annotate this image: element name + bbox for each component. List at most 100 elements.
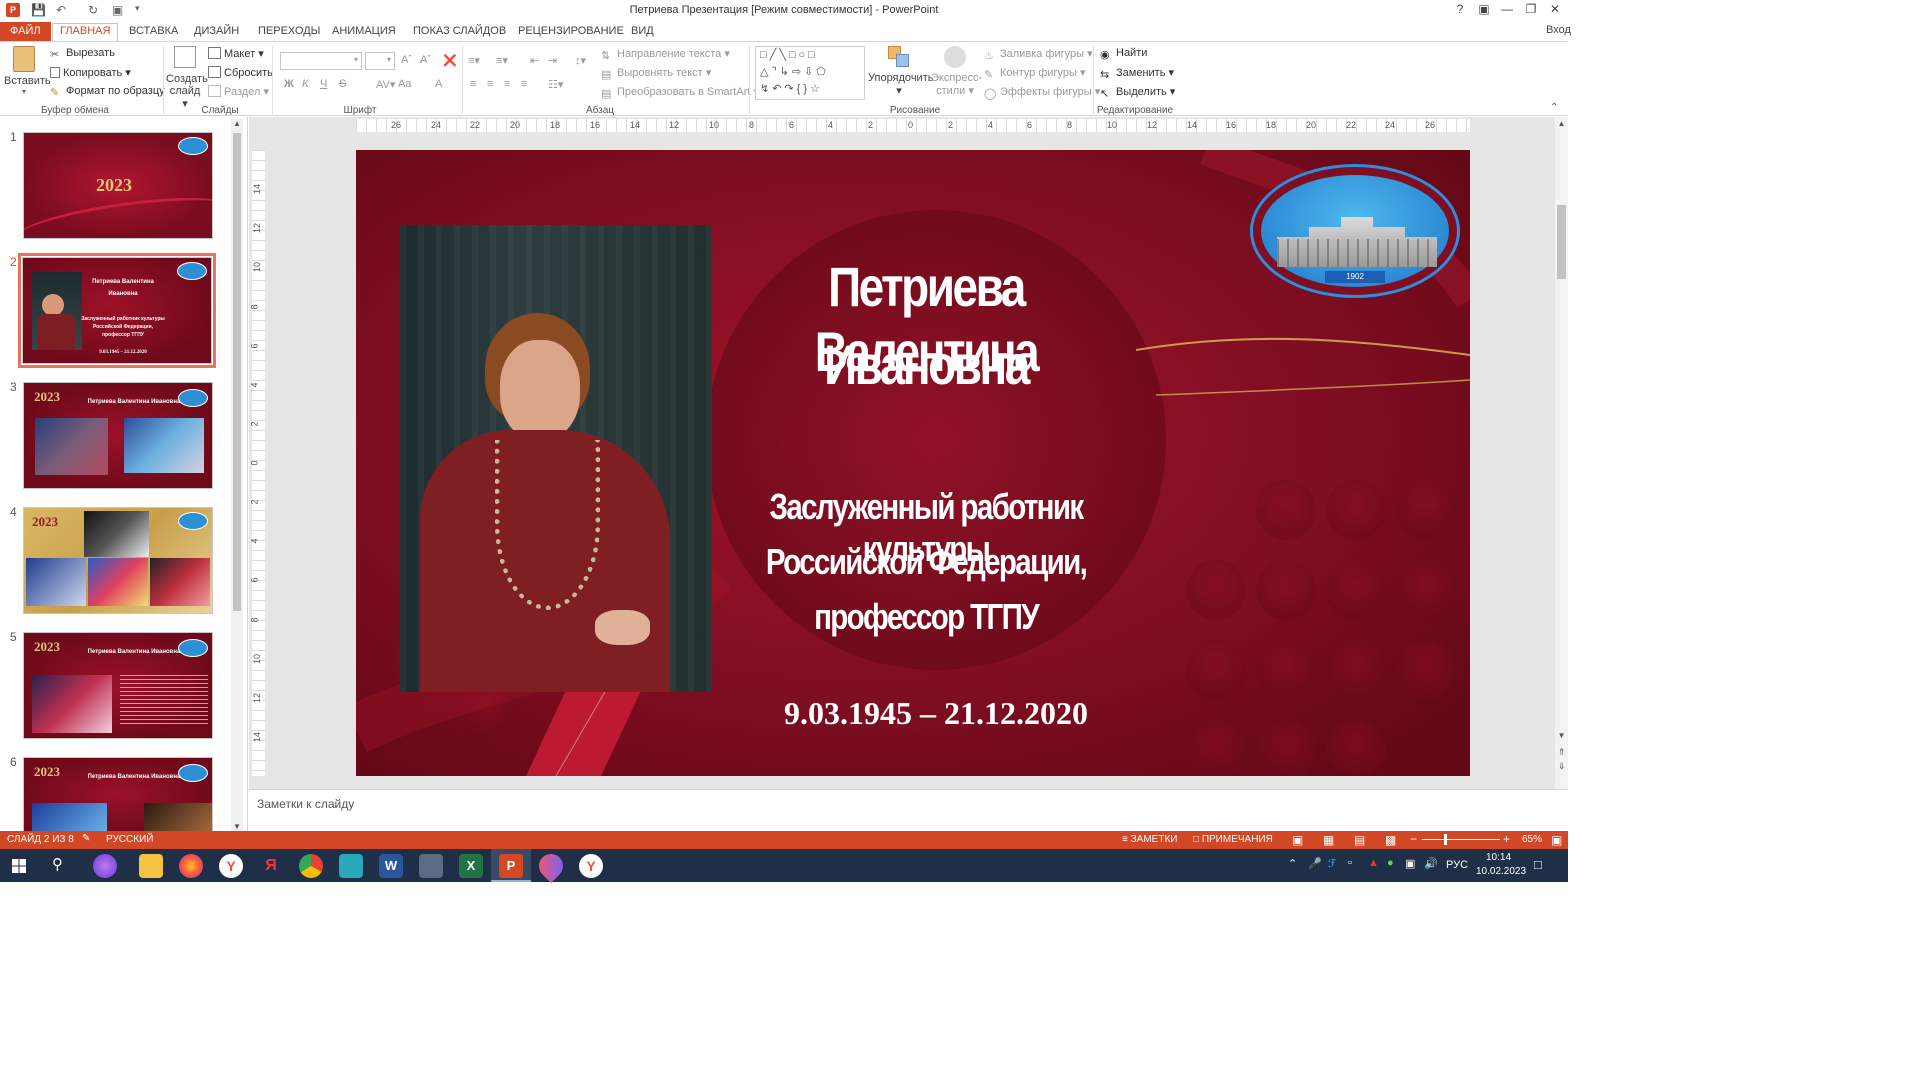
text-direction-button[interactable]: ⇅ Направление текста ▾ xyxy=(601,47,730,62)
zoom-level[interactable]: 65% xyxy=(1522,834,1542,845)
notes-button[interactable]: ≡ ЗАМЕТКИ xyxy=(1122,834,1177,845)
comments-button[interactable]: □ ПРИМЕЧАНИЯ xyxy=(1193,834,1273,845)
thumbnails-scrollbar[interactable]: ▲ ▼ xyxy=(231,119,243,831)
collapse-ribbon-icon[interactable]: ⌃ xyxy=(1550,102,1558,113)
slideshow-icon[interactable]: ▩ xyxy=(1385,833,1396,847)
copy-button[interactable]: Копировать ▾ xyxy=(50,66,131,79)
tab-design[interactable]: ДИЗАЙН xyxy=(187,24,246,41)
reset-button[interactable]: Сбросить xyxy=(208,66,273,79)
arrange-button[interactable]: Упорядочить ▾ xyxy=(868,46,933,97)
select-button[interactable]: ↖ Выделить ▾ xyxy=(1100,85,1175,100)
shapes-gallery[interactable]: □╱╲□○□ △⌝↳⇨⇩⬠ ↯↶↷{}☆ xyxy=(755,46,865,100)
windows-start-icon[interactable] xyxy=(12,859,26,873)
section-button[interactable]: Раздел ▾ xyxy=(208,85,269,98)
notifications-icon[interactable]: □ xyxy=(1534,857,1542,872)
calculator-icon[interactable] xyxy=(419,854,443,878)
microphone-icon[interactable]: 🎤 xyxy=(1308,857,1322,870)
strikethrough-button[interactable]: S xyxy=(339,78,346,90)
cut-button[interactable]: ✂ Вырезать xyxy=(50,47,115,61)
sign-in-link[interactable]: Вход xyxy=(1546,24,1571,36)
tab-animations[interactable]: АНИМАЦИЯ xyxy=(325,24,403,41)
align-right-icon[interactable]: ≡ xyxy=(504,78,510,90)
grow-font-icon[interactable]: Aˆ xyxy=(401,54,412,66)
slide-title-line2[interactable]: Ивановна xyxy=(754,332,1098,397)
format-painter-button[interactable]: ✎ Формат по образцу xyxy=(50,85,165,99)
tab-insert[interactable]: ВСТАВКА xyxy=(122,24,185,41)
shrink-font-icon[interactable]: Aˇ xyxy=(420,54,431,66)
alice-app-icon[interactable] xyxy=(93,854,117,878)
scroll-up-icon[interactable]: ▲ xyxy=(231,119,243,128)
shape-effects-button[interactable]: ◯ Эффекты фигуры ▾ xyxy=(984,85,1100,100)
char-spacing-icon[interactable]: AV▾ xyxy=(376,78,395,91)
bold-button[interactable]: Ж xyxy=(284,78,294,90)
portrait-photo[interactable] xyxy=(400,225,712,692)
droplet-app-icon[interactable] xyxy=(534,849,568,883)
tab-file[interactable]: ФАЙЛ xyxy=(0,22,51,41)
excel-icon[interactable]: X xyxy=(459,854,483,878)
previous-slide-icon[interactable]: ⇑ xyxy=(1555,747,1568,758)
slide-thumbnail-4[interactable]: 2023 xyxy=(23,507,213,614)
slide-thumbnail-2[interactable]: Петриева Валентина Ивановна Заслуженный … xyxy=(18,253,216,368)
powerpoint-taskbar-active[interactable]: P xyxy=(491,849,531,882)
firefox-icon[interactable] xyxy=(179,854,203,878)
scroll-thumb[interactable] xyxy=(1557,205,1566,279)
scroll-thumb[interactable] xyxy=(233,133,241,611)
spellcheck-icon[interactable]: ✎ xyxy=(82,833,90,844)
minimize-button[interactable]: — xyxy=(1496,2,1518,16)
zoom-in-icon[interactable]: + xyxy=(1503,832,1510,846)
font-size-combobox[interactable]: ▾ xyxy=(365,52,395,70)
usb-icon[interactable]: ▫ xyxy=(1348,857,1352,869)
align-text-button[interactable]: ▤ Выровнять текст ▾ xyxy=(601,66,711,81)
clear-formatting-icon[interactable]: ❌ xyxy=(443,54,457,67)
slide-counter[interactable]: СЛАЙД 2 ИЗ 8 xyxy=(7,834,74,845)
yandex-browser-icon-2[interactable]: Y xyxy=(579,854,603,878)
slide-thumbnail-5[interactable]: 2023 Петриева Валентина Ивановна xyxy=(23,632,213,739)
slide-sorter-icon[interactable]: ▦ xyxy=(1323,833,1334,847)
slide-thumbnail-6[interactable]: 2023 Петриева Валентина Ивановна xyxy=(23,757,213,831)
close-button[interactable]: ✕ xyxy=(1544,2,1566,16)
scroll-down-icon[interactable]: ▼ xyxy=(1555,731,1568,740)
shape-fill-button[interactable]: ♨ Заливка фигуры ▾ xyxy=(984,47,1093,62)
tray-chevron-icon[interactable]: ⌃ xyxy=(1288,857,1297,870)
slide-thumbnail-3[interactable]: 2023 Петриева Валентина Ивановна xyxy=(23,382,213,489)
decrease-indent-icon[interactable]: ⇤ xyxy=(530,54,539,67)
tab-review[interactable]: РЕЦЕНЗИРОВАНИЕ xyxy=(511,24,631,41)
bullets-icon[interactable]: ≡▾ xyxy=(468,54,480,67)
antivirus-icon[interactable]: ▲ xyxy=(1368,857,1379,869)
line-spacing-icon[interactable]: ↕▾ xyxy=(575,54,586,67)
underline-button[interactable]: Ч xyxy=(320,78,327,90)
language-indicator[interactable]: РУССКИЙ xyxy=(106,834,153,845)
language-tray[interactable]: РУС xyxy=(1446,859,1468,871)
paste-button[interactable]: Вставить ▾ xyxy=(4,46,51,102)
security-icon[interactable]: ● xyxy=(1387,857,1394,869)
slide-scrollbar[interactable]: ▲ ▼ ⇑ ⇓ xyxy=(1555,117,1568,789)
zoom-slider[interactable] xyxy=(1422,834,1500,845)
tab-view[interactable]: ВИД xyxy=(624,24,661,41)
change-case-button[interactable]: Aa xyxy=(398,78,411,90)
reading-view-icon[interactable]: ▤ xyxy=(1354,833,1365,847)
file-explorer-icon[interactable] xyxy=(139,854,163,878)
justify-icon[interactable]: ≡ xyxy=(521,78,527,90)
slide-canvas[interactable]: 1902 Петриева Валентина Ивановна Заслуже… xyxy=(356,150,1470,776)
font-name-combobox[interactable]: ▾ xyxy=(280,52,362,70)
restore-button[interactable]: ❐ xyxy=(1520,2,1542,16)
align-left-icon[interactable]: ≡ xyxy=(470,78,476,90)
vertical-ruler[interactable]: 14 12 10 8 6 4 2 0 2 4 6 8 10 12 14 xyxy=(250,150,265,776)
word-icon[interactable]: W xyxy=(379,854,403,878)
zoom-slider-thumb[interactable] xyxy=(1444,834,1447,845)
zoom-out-icon[interactable]: − xyxy=(1410,832,1417,846)
shape-outline-button[interactable]: ✎ Контур фигуры ▾ xyxy=(984,66,1086,81)
scroll-up-icon[interactable]: ▲ xyxy=(1555,119,1568,128)
clock-date[interactable]: 10.02.2023 xyxy=(1476,866,1526,877)
tab-slideshow[interactable]: ПОКАЗ СЛАЙДОВ xyxy=(406,24,513,41)
find-button[interactable]: ◉ Найти xyxy=(1100,47,1147,61)
tab-home[interactable]: ГЛАВНАЯ xyxy=(52,23,119,42)
numbering-icon[interactable]: ≡▾ xyxy=(496,54,508,67)
quick-styles-button[interactable]: Экспресс- стили ▾ xyxy=(931,46,982,97)
network-icon[interactable]: ▣ xyxy=(1405,857,1415,870)
notes-placeholder[interactable]: Заметки к слайду xyxy=(257,797,354,811)
fit-slide-icon[interactable]: ▣ xyxy=(1551,833,1562,847)
smartart-button[interactable]: ▤Преобразовать в SmartArt ▾ xyxy=(601,85,759,100)
next-slide-icon[interactable]: ⇓ xyxy=(1555,761,1568,772)
increase-indent-icon[interactable]: ⇥ xyxy=(548,54,557,67)
